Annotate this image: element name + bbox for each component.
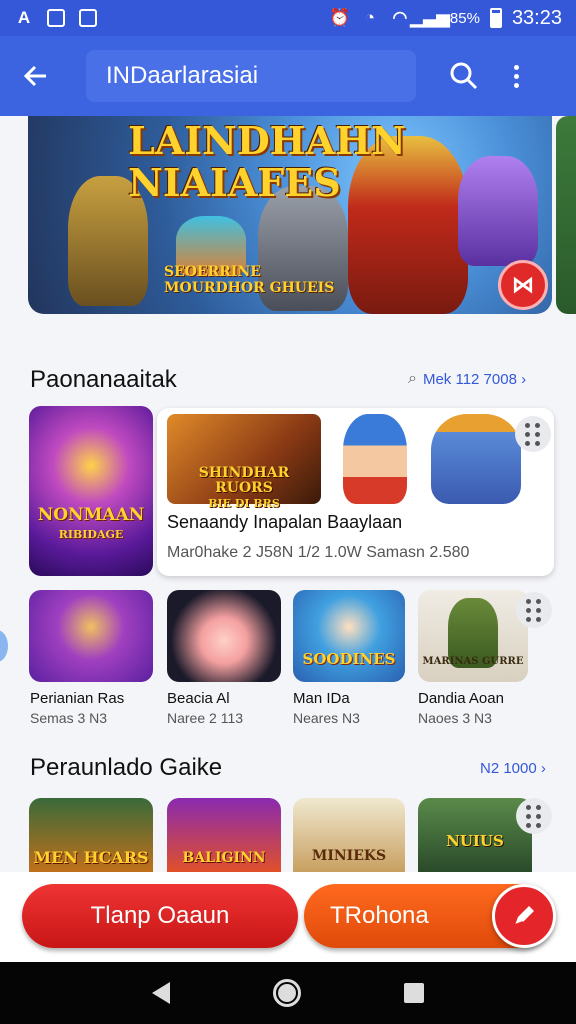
drag-handle-button[interactable] [516,592,552,628]
gallery-icon [78,8,98,28]
game-tile[interactable]: MINIEKS [293,798,405,872]
battery-icon [489,8,502,28]
game-tile[interactable] [167,590,281,682]
search-button[interactable] [444,56,484,96]
game-meta: Naree 2 113 [167,710,244,726]
game-tile[interactable]: SOODINES [293,590,405,682]
tile-label: NONMAAN RIBIDAGE [37,505,145,542]
arrow-left-icon [23,65,46,87]
featured-card-character-2 [431,414,521,504]
battery-percent: 85% [449,9,480,27]
primary-action-button[interactable]: Tlanp Oaaun [22,884,298,948]
game-meta: Neares N3 [293,710,360,726]
more-dot-icon [513,64,519,70]
banner-subtitle: SEOERRINE MOURDHOR GHUEIS [164,264,335,296]
tile-label: BALIGINN [182,850,266,866]
tile-label: SOODINES [302,650,396,668]
featured-card-title: Senaandy Inapalan Baaylaan [167,512,403,532]
edit-fab-button[interactable] [492,884,556,948]
game-tile[interactable]: MARINAS GURRE [418,590,528,682]
more-options-button[interactable] [504,56,528,96]
tile-label: MINIEKS [311,848,387,864]
more-dot-icon [513,73,519,79]
game-tile[interactable]: MEN HCARS [29,798,153,872]
featured-card-image: SHINDHAR RUORS BIE DI BRS [167,414,321,510]
tile-label: NUIUS [446,832,504,850]
tile-label: MARINAS GURRE [422,656,524,667]
drag-handle-button[interactable] [516,798,552,834]
banner-title: LAINDHAHN NIAIAFES [128,118,406,205]
banner-action-button[interactable]: ⋈ [498,260,548,310]
game-name: Perianian Ras [30,690,125,707]
section-link-label: Mek 112 7008 › [422,370,527,388]
pencil-icon [514,906,534,926]
game-meta: Semas 3 N3 [30,710,108,726]
nav-recents-icon[interactable] [404,983,425,1003]
game-name: Dandia Aoan [418,690,504,707]
featured-card-meta: Mar0hake 2 J58N 1/2 1.0W Samasn 2.580 [167,544,470,561]
status-bar: A ⏰ ◔ ◠ ▁▃▅ 85% 33:23 [0,0,576,36]
nav-home-icon[interactable] [272,979,301,1007]
section-see-more-link[interactable]: ⌕ Mek 112 7008 › [408,370,526,388]
system-nav-bar [0,962,576,1024]
notification-icon [46,8,66,28]
bookmark-icon: ⋈ [512,272,534,297]
search-small-icon: ⌕ [408,370,417,387]
section-title: Peraunlado Gaike [30,754,223,781]
wifi-icon: ◠ [392,8,408,27]
next-banner-peek[interactable] [556,116,576,314]
app-bar: INDaarlarasiai [0,36,576,116]
signal-icon: ▁▃▅ [410,8,450,27]
game-name: Beacia Al [167,690,230,707]
featured-card-character-1 [343,414,407,504]
game-name: Man IDa [293,690,350,707]
featured-game-card[interactable]: SHINDHAR RUORS BIE DI BRS Senaandy Inapa… [157,408,554,576]
section-see-more-link[interactable]: N2 1000 › [480,760,546,777]
scroll-edge-indicator[interactable] [0,630,8,662]
accessibility-icon: A [17,8,31,27]
section-title: Paonanaaitak [30,366,177,393]
nav-back-icon[interactable] [151,982,170,1004]
game-tile[interactable]: NUIUS [418,798,532,872]
game-meta: Naoes 3 N3 [418,710,492,726]
featured-banner[interactable]: LAINDHAHN NIAIAFES SEOERRINE MOURDHOR GH… [28,116,552,314]
search-icon [450,62,478,90]
status-time: 33:23 [511,6,562,29]
banner-hero-right [458,156,538,266]
clock-icon: ◔ [364,8,376,27]
game-tile[interactable]: BALIGINN [167,798,281,872]
more-dot-icon [513,82,519,88]
search-input[interactable]: INDaarlarasiai [86,50,416,102]
tile-label: MEN HCARS [33,848,149,867]
game-tile[interactable] [29,590,153,682]
game-tile-featured-side[interactable]: NONMAAN RIBIDAGE [29,406,153,576]
alarm-icon: ⏰ [329,8,351,27]
back-button[interactable] [16,56,56,96]
drag-handle-button[interactable] [515,416,551,452]
